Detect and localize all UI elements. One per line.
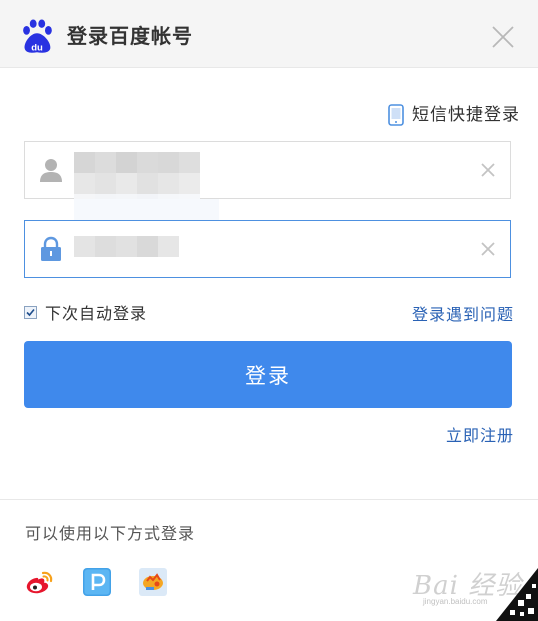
dialog-title: 登录百度帐号 bbox=[67, 24, 193, 48]
user-icon bbox=[40, 159, 62, 182]
divider bbox=[0, 499, 538, 500]
mobile-phone-icon bbox=[388, 104, 404, 126]
sms-login-label: 短信快捷登录 bbox=[412, 105, 520, 125]
logo-text: du bbox=[31, 42, 43, 53]
clear-password-icon[interactable] bbox=[480, 241, 496, 257]
baidu-paw-logo: du bbox=[23, 19, 52, 53]
baidu-pass-icon[interactable] bbox=[82, 567, 112, 597]
social-login-icon[interactable] bbox=[138, 567, 168, 597]
qr-code-icon bbox=[496, 568, 538, 621]
remember-label: 下次自动登录 bbox=[45, 304, 148, 323]
weibo-icon[interactable] bbox=[24, 567, 54, 597]
remember-checkbox[interactable] bbox=[24, 305, 37, 319]
clear-username-icon[interactable] bbox=[480, 162, 496, 178]
login-button[interactable]: 登录 bbox=[24, 341, 512, 408]
close-icon[interactable] bbox=[490, 24, 516, 50]
sms-login-link[interactable]: 短信快捷登录 bbox=[388, 103, 520, 127]
remember-me[interactable]: 下次自动登录 bbox=[24, 300, 147, 324]
login-problem-link[interactable]: 登录遇到问题 bbox=[412, 301, 514, 325]
dialog-header: du 登录百度帐号 bbox=[0, 0, 538, 68]
login-dialog: du 登录百度帐号 短信快捷登录 下次自动登录 登录遇到问题 登录 立即注册 可… bbox=[0, 0, 538, 621]
other-login-hint: 可以使用以下方式登录 bbox=[25, 524, 196, 543]
watermark-url: jingyan.baidu.com bbox=[423, 597, 488, 606]
checkmark-icon bbox=[26, 308, 35, 316]
register-link[interactable]: 立即注册 bbox=[446, 422, 514, 446]
lock-icon bbox=[41, 236, 61, 261]
password-redaction bbox=[74, 236, 179, 257]
